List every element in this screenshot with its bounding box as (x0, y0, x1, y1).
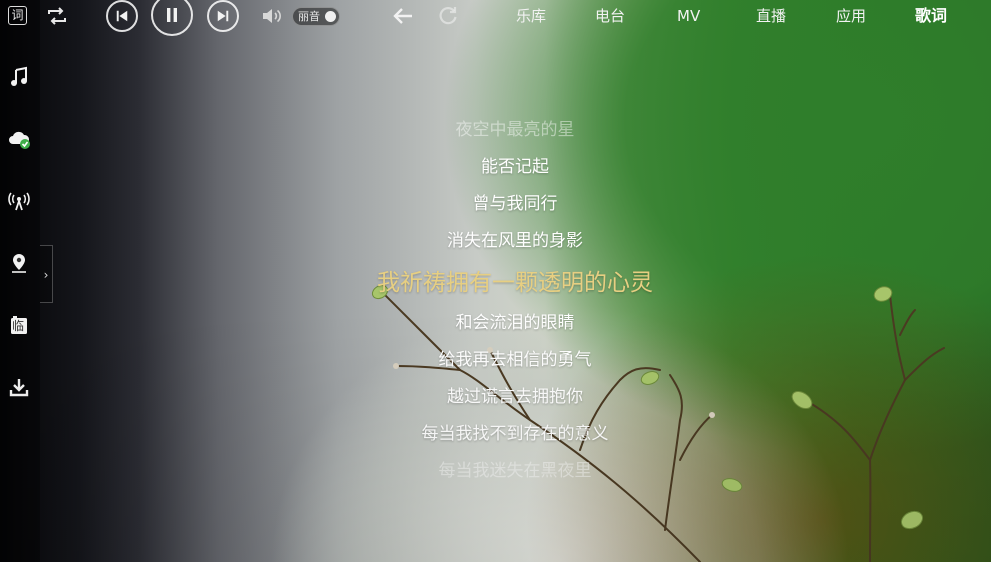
lyric-line[interactable]: 夜空中最亮的星 (210, 115, 820, 140)
lyric-line[interactable]: 消失在风里的身影 (210, 226, 820, 251)
lyric-line[interactable]: 曾与我同行 (210, 189, 820, 214)
lyric-line[interactable]: 给我再去相信的勇气 (210, 345, 820, 370)
volume-icon[interactable] (261, 7, 283, 25)
tab-apps[interactable]: 应用 (836, 6, 866, 26)
repeat-icon[interactable] (46, 6, 68, 26)
sidebar-expand-handle[interactable]: › (40, 245, 53, 303)
lyric-line[interactable]: 和会流泪的眼睛 (210, 308, 820, 333)
lyrics-player-window: 词 临 › 丽音 乐库 电台 MV 直播 应用 歌词 夜空中最亮的星 能否记起 … (0, 0, 991, 562)
tab-radio[interactable]: 电台 (595, 6, 625, 26)
tab-library[interactable]: 乐库 (516, 6, 546, 26)
previous-track-icon (116, 10, 128, 22)
tab-lyrics[interactable]: 歌词 (915, 6, 947, 26)
lyric-line[interactable]: 每当我迷失在黑夜里 (210, 456, 820, 481)
local-music-label: 临 (12, 319, 25, 333)
local-music-icon[interactable]: 临 (8, 314, 30, 336)
music-note-icon[interactable] (8, 66, 30, 88)
pause-button[interactable] (151, 0, 193, 36)
download-icon[interactable] (8, 376, 30, 398)
previous-track-button[interactable] (106, 0, 138, 32)
next-track-icon (217, 10, 229, 22)
tab-live[interactable]: 直播 (756, 6, 786, 26)
lyric-line[interactable]: 越过谎言去拥抱你 (210, 382, 820, 407)
location-pin-icon[interactable] (8, 252, 30, 274)
lyric-line[interactable]: 每当我找不到存在的意义 (210, 419, 820, 444)
next-track-button[interactable] (207, 0, 239, 32)
lyric-line[interactable]: 能否记起 (210, 152, 820, 177)
refresh-icon[interactable] (437, 5, 459, 27)
pause-icon (167, 8, 177, 22)
radio-tower-icon[interactable] (8, 190, 30, 212)
sound-effect-label: 丽音 (298, 10, 320, 23)
sound-effect-toggle[interactable]: 丽音 (292, 7, 340, 26)
lyrics-badge[interactable]: 词 (8, 6, 27, 25)
toggle-knob (325, 11, 336, 22)
cloud-check-icon[interactable] (8, 129, 30, 151)
tab-mv[interactable]: MV (677, 6, 700, 26)
left-sidebar: 词 临 (0, 0, 40, 562)
back-arrow-icon[interactable] (392, 5, 414, 27)
current-lyric-line[interactable]: 我祈祷拥有一颗透明的心灵 (210, 263, 820, 297)
